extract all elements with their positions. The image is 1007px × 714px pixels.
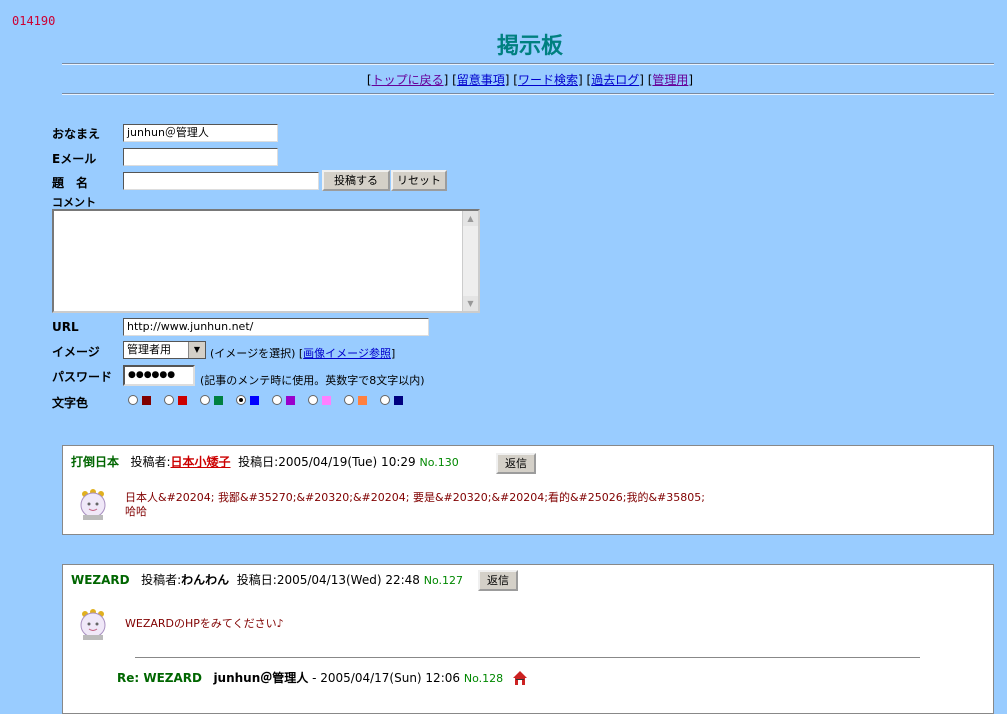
divider-nav (62, 93, 994, 95)
url-field[interactable]: http://www.junhun.net/ (123, 318, 429, 336)
color-radio[interactable] (272, 395, 282, 405)
post-127: WEZARD 投稿者:わんわん 投稿日:2005/04/13(Wed) 22:4… (62, 564, 994, 714)
post-date: 2005/04/19(Tue) 10:29 (278, 455, 416, 469)
nav-link-word-search[interactable]: ワード検索 (518, 73, 578, 87)
reply-subject: Re: WEZARD (117, 671, 202, 685)
nav-link-top[interactable]: トップに戻る (372, 73, 444, 87)
color-swatch (394, 395, 403, 405)
image-select-value: 管理者用 (127, 343, 171, 356)
color-option[interactable] (344, 395, 367, 405)
image-label: イメージ (52, 345, 100, 359)
page-title: 掲示板 (496, 34, 563, 59)
color-radio[interactable] (200, 395, 210, 405)
post-author-link[interactable]: 日本小矮子 (171, 455, 231, 469)
home-icon[interactable] (512, 670, 528, 686)
reply-number: No.128 (463, 672, 504, 685)
color-radio[interactable] (164, 395, 174, 405)
color-picker (128, 395, 416, 405)
color-option[interactable] (200, 395, 223, 405)
color-label: 文字色 (52, 396, 89, 410)
post-subject: 打倒日本 (71, 455, 120, 469)
post-author: わんわん (181, 573, 230, 587)
color-swatch (286, 395, 295, 405)
post-body: 日本人&#20204; 我鄙&#35270;&#20320;&#20204; 要… (125, 491, 705, 518)
image-select[interactable]: 管理者用 ▼ (123, 341, 206, 359)
color-swatch (250, 395, 259, 405)
subject-label: 題 名 (52, 176, 89, 190)
color-option[interactable] (272, 395, 295, 405)
color-radio[interactable] (344, 395, 354, 405)
url-label: URL (52, 320, 79, 334)
password-hint: (記事のメンテ時に使用。英数字で8文字以内) (200, 374, 425, 387)
reply-divider (135, 657, 920, 658)
scroll-up-icon[interactable]: ▲ (463, 211, 478, 226)
email-field[interactable] (123, 148, 278, 166)
nav-link-past-log[interactable]: 過去ログ (591, 73, 639, 87)
color-swatch (214, 395, 223, 405)
reset-button[interactable]: リセット (391, 170, 447, 191)
color-swatch (322, 395, 331, 405)
nav-link-admin[interactable]: 管理用 (652, 73, 688, 87)
submit-button[interactable]: 投稿する (322, 170, 390, 191)
password-label: パスワード (52, 370, 113, 384)
textarea-scrollbar[interactable]: ▲ ▼ (462, 211, 478, 311)
email-label: Eメール (52, 152, 97, 166)
image-reference-link[interactable]: 画像イメージ参照 (303, 347, 391, 360)
access-counter: 014190 (12, 14, 56, 28)
color-option[interactable] (164, 395, 187, 405)
color-option[interactable] (380, 395, 403, 405)
name-field[interactable]: junhun＠管理人 (123, 124, 278, 142)
color-radio[interactable] (128, 395, 138, 405)
post-130: 打倒日本 投稿者:日本小矮子 投稿日:2005/04/19(Tue) 10:29… (62, 445, 994, 535)
reply-header: Re: WEZARD junhun＠管理人 - 2005/04/17(Sun) … (117, 669, 503, 686)
divider-top (62, 63, 994, 65)
comment-label: コメント (52, 196, 96, 209)
color-radio[interactable] (380, 395, 390, 405)
color-swatch (142, 395, 151, 405)
image-hint: (イメージを選択) [画像イメージ参照] (210, 347, 396, 360)
color-swatch (178, 395, 187, 405)
post-header: WEZARD 投稿者:わんわん 投稿日:2005/04/13(Wed) 22:4… (71, 573, 464, 587)
post-body: WEZARDのHPをみてください♪ (125, 617, 284, 630)
color-option[interactable] (236, 395, 259, 405)
password-field[interactable]: ●●●●●● (123, 365, 195, 386)
reply-date: - 2005/04/17(Sun) 12:06 (312, 671, 461, 685)
reply-button[interactable]: 返信 (496, 453, 536, 474)
post-header: 打倒日本 投稿者:日本小矮子 投稿日:2005/04/19(Tue) 10:29… (71, 455, 459, 469)
color-option[interactable] (308, 395, 331, 405)
reply-author: junhun＠管理人 (213, 671, 309, 685)
post-number: No.127 (423, 574, 464, 587)
post-subject: WEZARD (71, 573, 130, 587)
avatar-icon (80, 609, 106, 640)
reply-button[interactable]: 返信 (478, 570, 518, 591)
post-number: No.130 (419, 456, 459, 469)
color-swatch (358, 395, 367, 405)
nav-link-notes[interactable]: 留意事項 (457, 73, 505, 87)
color-option[interactable] (128, 395, 151, 405)
nav-bar: [トップに戻る] [留意事項] [ワード検索] [過去ログ] [管理用] (366, 73, 694, 87)
post-date: 2005/04/13(Wed) 22:48 (276, 573, 420, 587)
subject-field[interactable] (123, 172, 319, 190)
color-radio[interactable] (236, 395, 246, 405)
name-label: おなまえ (52, 127, 101, 141)
color-radio[interactable] (308, 395, 318, 405)
scroll-down-icon[interactable]: ▼ (463, 296, 478, 311)
avatar-icon (80, 489, 106, 520)
comment-textarea[interactable]: ▲ ▼ (52, 209, 480, 313)
chevron-down-icon[interactable]: ▼ (188, 342, 205, 358)
